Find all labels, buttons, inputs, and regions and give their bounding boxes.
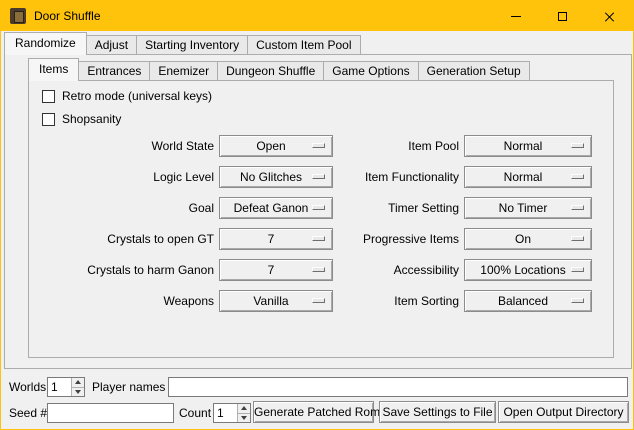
goal-label: Goal <box>29 197 214 219</box>
save-settings-button[interactable]: Save Settings to File <box>379 401 496 423</box>
world-state-dropdown[interactable]: Open <box>219 135 333 157</box>
tab-dungeon-shuffle[interactable]: Dungeon Shuffle <box>217 61 324 80</box>
logic-level-dropdown[interactable]: No Glitches <box>219 166 333 188</box>
dropdown-indicator-icon <box>571 174 584 179</box>
dropdown-indicator-icon <box>312 205 325 210</box>
dropdown-indicator-icon <box>571 143 584 148</box>
seed-input[interactable] <box>47 403 174 423</box>
tab-enemizer[interactable]: Enemizer <box>149 61 218 80</box>
item-pool-dropdown[interactable]: Normal <box>464 135 592 157</box>
dropdown-indicator-icon <box>571 298 584 303</box>
minimize-icon <box>511 16 521 17</box>
retro-mode-checkbox[interactable] <box>42 90 55 103</box>
crystals-gt-dropdown[interactable]: 7 <box>219 228 333 250</box>
dropdown-indicator-icon <box>312 267 325 272</box>
tab-entrances[interactable]: Entrances <box>78 61 150 80</box>
weapons-label: Weapons <box>29 290 214 312</box>
dropdown-indicator-icon <box>312 174 325 179</box>
worlds-value: 1 <box>48 378 71 396</box>
dropdown-indicator-icon <box>571 236 584 241</box>
count-value: 1 <box>214 404 237 422</box>
logic-level-label: Logic Level <box>29 166 214 188</box>
item-functionality-value: Normal <box>504 170 553 184</box>
dropdown-indicator-icon <box>571 205 584 210</box>
item-sorting-value: Balanced <box>498 294 558 308</box>
close-button[interactable] <box>586 1 633 31</box>
tab-randomize[interactable]: Randomize <box>4 32 87 55</box>
crystals-ganon-dropdown[interactable]: 7 <box>219 259 333 281</box>
spinner-down-icon[interactable] <box>72 388 84 397</box>
worlds-spinbox[interactable]: 1 <box>47 377 85 397</box>
dropdown-indicator-icon <box>312 298 325 303</box>
count-spinbox[interactable]: 1 <box>213 403 251 423</box>
caption-buttons <box>492 1 633 31</box>
weapons-value: Vanilla <box>253 294 298 308</box>
logic-level-value: No Glitches <box>240 170 312 184</box>
accessibility-label: Accessibility <box>337 259 459 281</box>
item-functionality-label: Item Functionality <box>337 166 459 188</box>
tab-items[interactable]: Items <box>28 58 79 81</box>
count-label: Count <box>179 403 211 423</box>
maximize-icon <box>558 12 567 21</box>
goal-value: Defeat Ganon <box>234 201 319 215</box>
item-pool-label: Item Pool <box>337 135 459 157</box>
progressive-items-label: Progressive Items <box>337 228 459 250</box>
spinner-up-icon[interactable] <box>72 378 84 388</box>
tab-custom-item-pool[interactable]: Custom Item Pool <box>247 35 360 54</box>
retro-mode-checkbox-row[interactable]: Retro mode (universal keys) <box>42 88 212 104</box>
item-sorting-dropdown[interactable]: Balanced <box>464 290 592 312</box>
world-state-label: World State <box>29 135 214 157</box>
spinner-down-icon[interactable] <box>238 414 250 423</box>
item-pool-value: Normal <box>504 139 553 153</box>
weapons-dropdown[interactable]: Vanilla <box>219 290 333 312</box>
timer-setting-dropdown[interactable]: No Timer <box>464 197 592 219</box>
app-icon <box>10 8 26 24</box>
goal-dropdown[interactable]: Defeat Ganon <box>219 197 333 219</box>
timer-setting-label: Timer Setting <box>337 197 459 219</box>
progressive-items-value: On <box>515 232 541 246</box>
shopsanity-label: Shopsanity <box>62 112 121 126</box>
tab-game-options[interactable]: Game Options <box>323 61 418 80</box>
items-tab-pane: Retro mode (universal keys) Shopsanity W… <box>28 80 614 358</box>
spinner-up-icon[interactable] <box>238 404 250 414</box>
title-bar[interactable]: Door Shuffle <box>1 1 633 31</box>
player-names-label: Player names <box>92 377 165 397</box>
retro-mode-label: Retro mode (universal keys) <box>62 89 212 103</box>
shopsanity-checkbox-row[interactable]: Shopsanity <box>42 111 121 127</box>
crystals-ganon-label: Crystals to harm Ganon <box>29 259 214 281</box>
tab-adjust[interactable]: Adjust <box>86 35 137 54</box>
crystals-gt-label: Crystals to open GT <box>29 228 214 250</box>
item-functionality-dropdown[interactable]: Normal <box>464 166 592 188</box>
accessibility-dropdown[interactable]: 100% Locations <box>464 259 592 281</box>
item-sorting-label: Item Sorting <box>337 290 459 312</box>
tab-starting-inventory[interactable]: Starting Inventory <box>136 35 248 54</box>
timer-setting-value: No Timer <box>499 201 558 215</box>
main-tab-bar: Randomize Adjust Starting Inventory Cust… <box>4 32 360 54</box>
maximize-button[interactable] <box>539 1 586 31</box>
sub-tab-bar: Items Entrances Enemizer Dungeon Shuffle… <box>28 58 529 80</box>
dropdown-indicator-icon <box>571 267 584 272</box>
seed-label: Seed # <box>9 403 47 423</box>
open-output-directory-button[interactable]: Open Output Directory <box>498 401 629 423</box>
world-state-value: Open <box>256 139 295 153</box>
tab-generation-setup[interactable]: Generation Setup <box>418 61 530 80</box>
minimize-button[interactable] <box>492 1 539 31</box>
dropdown-indicator-icon <box>312 143 325 148</box>
generate-patched-rom-button[interactable]: Generate Patched Rom <box>253 401 374 423</box>
count-spinner <box>237 404 250 422</box>
shopsanity-checkbox[interactable] <box>42 113 55 126</box>
progressive-items-dropdown[interactable]: On <box>464 228 592 250</box>
crystals-ganon-value: 7 <box>268 263 285 277</box>
door-shuffle-window: Door Shuffle Randomize Adjust Starting I… <box>0 0 634 430</box>
dropdown-indicator-icon <box>312 236 325 241</box>
crystals-gt-value: 7 <box>268 232 285 246</box>
accessibility-value: 100% Locations <box>480 263 575 277</box>
worlds-label: Worlds <box>9 377 46 397</box>
worlds-spinner <box>71 378 84 396</box>
window-title: Door Shuffle <box>34 9 101 23</box>
player-names-input[interactable] <box>168 377 628 397</box>
close-icon <box>604 11 615 22</box>
